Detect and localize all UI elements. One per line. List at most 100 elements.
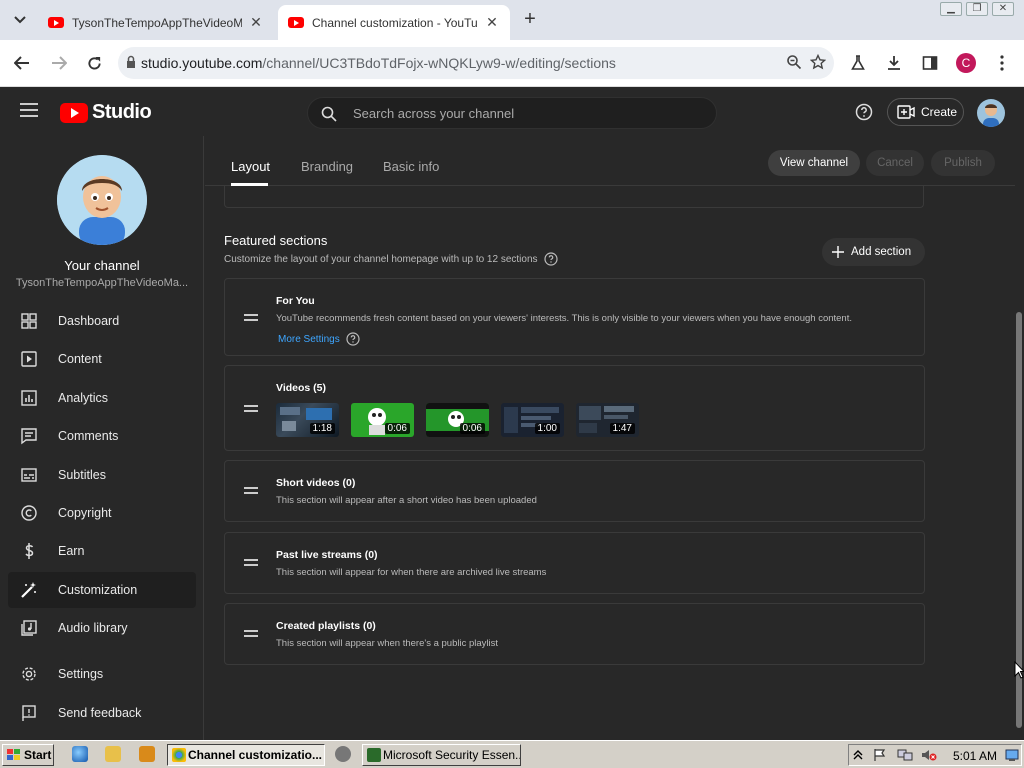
drag-handle-icon[interactable] [244, 487, 258, 495]
more-settings-link[interactable]: More Settings [278, 332, 360, 346]
section-card-created-playlists[interactable]: Created playlists (0) This section will … [224, 603, 925, 665]
back-icon[interactable] [11, 52, 33, 74]
url-text: studio.youtube.com/channel/UC3TBdoTdFojx… [141, 55, 616, 71]
sidebar-item-customization[interactable]: Customization [8, 572, 196, 608]
sidebar-item-subtitles[interactable]: Subtitles [8, 457, 196, 493]
studio-logo[interactable]: Studio [60, 101, 152, 124]
sidebar-item-audio-library[interactable]: Audio library [8, 610, 196, 646]
account-avatar[interactable] [977, 99, 1005, 127]
internet-explorer-icon[interactable] [72, 746, 88, 762]
video-duration: 1:18 [309, 423, 335, 434]
taskbar-task-chrome[interactable]: Channel customizatio... [167, 744, 325, 766]
drag-handle-icon[interactable] [244, 630, 258, 638]
side-panel-icon[interactable] [920, 53, 940, 73]
close-tab-icon[interactable]: ✕ [484, 14, 500, 31]
drag-handle-icon[interactable] [244, 405, 258, 413]
video-duration: 1:00 [534, 423, 560, 434]
sidebar-item-label: Dashboard [58, 314, 120, 328]
flag-icon[interactable] [873, 748, 887, 762]
settings-icon [20, 665, 38, 683]
browser-menu-icon[interactable] [992, 53, 1012, 73]
address-bar[interactable]: studio.youtube.com/channel/UC3TBdoTdFojx… [118, 47, 834, 79]
browser-tab-2[interactable]: Channel customization - YouTube Studio ✕ [278, 5, 510, 40]
forward-icon[interactable] [48, 52, 70, 74]
restore-icon[interactable]: ❐ [966, 2, 988, 16]
comments-icon [20, 427, 38, 445]
taskbar-task-security-essentials[interactable]: Microsoft Security Essen... [362, 744, 521, 766]
minimize-icon[interactable]: ▁ [940, 2, 962, 16]
task-label: Channel customizatio... [188, 748, 323, 762]
dashboard-icon [20, 312, 38, 330]
help-icon[interactable] [855, 103, 873, 121]
video-thumbnail[interactable]: 1:00 [501, 403, 564, 437]
video-duration: 1:47 [609, 423, 635, 434]
tab-basic-info[interactable]: Basic info [383, 159, 439, 174]
view-channel-button[interactable]: View channel [768, 150, 860, 176]
video-thumbnail[interactable]: 1:47 [576, 403, 639, 437]
show-desktop-icon[interactable] [1005, 748, 1019, 762]
windows-logo-icon [7, 749, 21, 761]
tab-title: Channel customization - YouTube Studio [312, 15, 478, 30]
sidebar-item-label: Content [58, 352, 102, 366]
browser-tab-bar: TysonTheTempoAppTheVideoMaker ✕ Channel … [0, 0, 1024, 40]
sidebar-item-analytics[interactable]: Analytics [8, 380, 196, 416]
sidebar-item-label: Analytics [58, 391, 109, 405]
tray-expand-icon[interactable] [853, 749, 863, 761]
sidebar-item-copyright[interactable]: Copyright [8, 495, 196, 531]
start-button[interactable]: Start [2, 744, 54, 766]
cancel-button[interactable]: Cancel [866, 150, 924, 176]
close-window-icon[interactable]: ✕ [992, 2, 1014, 16]
task-label: Microsoft Security Essen... [383, 748, 521, 762]
sidebar-item-content[interactable]: Content [8, 341, 196, 377]
video-thumbnail[interactable]: 0:06 [426, 403, 489, 437]
section-card-for-you[interactable]: For You YouTube recommends fresh content… [224, 278, 925, 356]
publish-button[interactable]: Publish [931, 150, 995, 176]
sidebar: Your channel TysonTheTempoAppTheVideoMa.… [0, 136, 204, 740]
browser-tab-1[interactable]: TysonTheTempoAppTheVideoMaker ✕ [38, 5, 274, 40]
help-icon[interactable] [543, 252, 558, 266]
program-icon[interactable] [335, 746, 351, 762]
copyright-icon [20, 504, 38, 522]
create-label: Create [921, 105, 958, 119]
scrollbar[interactable] [1015, 136, 1024, 740]
media-player-icon[interactable] [139, 746, 155, 762]
youtube-favicon-icon [288, 17, 304, 28]
bookmark-star-icon[interactable] [810, 54, 826, 70]
chrome-icon [172, 748, 186, 762]
video-thumbnail[interactable]: 1:18 [276, 403, 339, 437]
sidebar-item-settings[interactable]: Settings [8, 656, 196, 692]
section-card-videos[interactable]: Videos (5) 1:18 0:06 0:06 1:00 1:47 [224, 365, 925, 451]
tab-branding[interactable]: Branding [301, 159, 353, 174]
volume-muted-icon[interactable] [921, 748, 937, 762]
tab-layout[interactable]: Layout [231, 159, 270, 174]
tab-search-dropdown-icon[interactable] [9, 9, 31, 31]
site-info-icon[interactable] [126, 55, 136, 69]
channel-avatar[interactable] [57, 155, 147, 245]
new-tab-icon[interactable]: + [520, 9, 540, 30]
browser-profile-avatar[interactable]: C [956, 53, 976, 73]
sidebar-item-dashboard[interactable]: Dashboard [8, 303, 196, 339]
create-button[interactable]: Create [887, 98, 964, 126]
download-icon[interactable] [884, 53, 904, 73]
labs-flask-icon[interactable] [848, 53, 868, 73]
search-input[interactable]: Search across your channel [307, 97, 717, 129]
video-thumbnail[interactable]: 0:06 [351, 403, 414, 437]
section-card-past-live-streams[interactable]: Past live streams (0) This section will … [224, 532, 925, 594]
hamburger-menu-icon[interactable] [20, 103, 38, 117]
sidebar-item-earn[interactable]: Earn [8, 533, 196, 569]
drag-handle-icon[interactable] [244, 314, 258, 322]
add-section-button[interactable]: Add section [822, 238, 925, 266]
url-host: studio.youtube.com [141, 55, 263, 71]
folder-icon[interactable] [105, 746, 121, 762]
sidebar-item-send-feedback[interactable]: Send feedback [8, 695, 196, 731]
network-icon[interactable] [897, 748, 913, 762]
drag-handle-icon[interactable] [244, 559, 258, 567]
sidebar-item-comments[interactable]: Comments [8, 418, 196, 454]
youtube-favicon-icon [48, 17, 64, 28]
help-icon[interactable] [346, 332, 360, 346]
section-card-short-videos[interactable]: Short videos (0) This section will appea… [224, 460, 925, 522]
zoom-icon[interactable] [786, 54, 802, 70]
reload-icon[interactable] [83, 52, 105, 74]
close-tab-icon[interactable]: ✕ [248, 14, 264, 31]
plus-icon [832, 246, 844, 258]
